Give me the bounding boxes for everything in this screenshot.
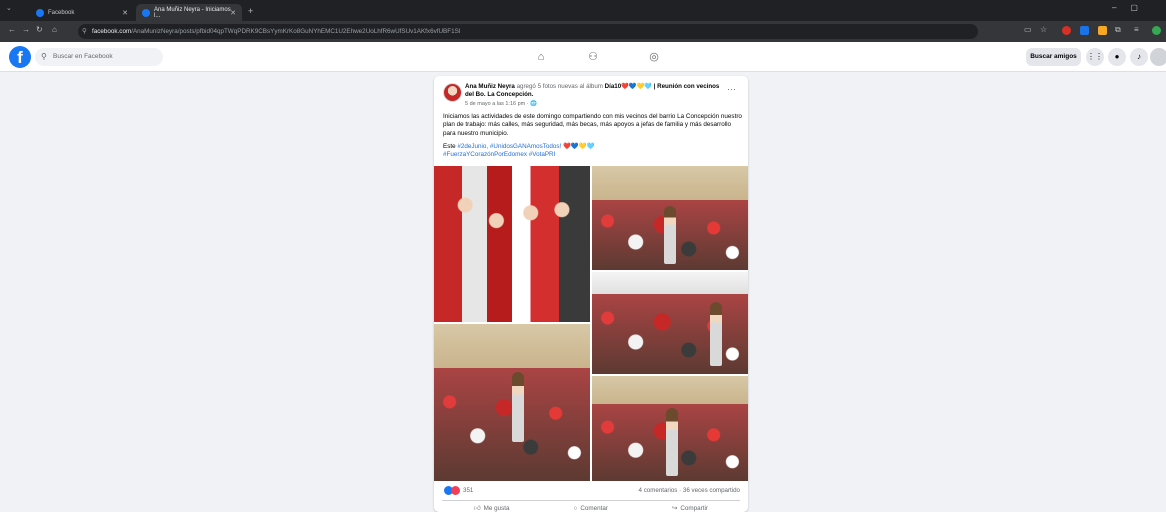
search-placeholder: Buscar en Facebook xyxy=(53,53,113,60)
comment-button[interactable]: ○ Comentar xyxy=(574,504,608,512)
close-tab-icon[interactable]: ✕ xyxy=(230,9,236,17)
friends-icon[interactable]: ⚇ xyxy=(584,49,602,65)
cast-icon[interactable]: ▭ xyxy=(1024,25,1032,34)
search-icon: ⚲ xyxy=(41,52,47,61)
reactions-count: 351 xyxy=(463,487,474,494)
facebook-logo-icon[interactable]: f xyxy=(9,46,31,68)
comment-label: Comentar xyxy=(580,504,609,512)
window-controls[interactable]: –▢ xyxy=(1112,3,1152,12)
post-stats: 351 4 comentarios · 36 veces compartido xyxy=(444,486,740,498)
home-icon[interactable]: ⌂ xyxy=(532,49,550,65)
extension-icon[interactable] xyxy=(1098,26,1107,35)
like-button[interactable]: 👍︎ Me gusta xyxy=(474,504,510,512)
photo-2[interactable] xyxy=(592,166,748,270)
facebook-header: f ⚲ Buscar en Facebook ⌂ ⚇ ◎ Buscar amig… xyxy=(0,42,1166,72)
search-input[interactable]: ⚲ Buscar en Facebook xyxy=(35,48,163,66)
find-friends-button[interactable]: Buscar amigos xyxy=(1026,48,1081,66)
profile-icon[interactable] xyxy=(1152,26,1161,35)
reactions[interactable]: 351 xyxy=(444,486,473,495)
extension-icon[interactable] xyxy=(1080,26,1089,35)
post-text: Iniciamos las actividades de este doming… xyxy=(443,113,742,137)
author-avatar[interactable] xyxy=(443,83,462,102)
messenger-icon[interactable]: ● xyxy=(1108,48,1126,66)
more-options-icon[interactable]: ··· xyxy=(727,84,736,94)
comment-icon: ○ xyxy=(573,504,578,512)
browser-tab-facebook[interactable]: Facebook ✕ xyxy=(30,4,134,21)
extensions-puzzle-icon[interactable]: ⧉ xyxy=(1115,25,1121,35)
share-button[interactable]: ↪ Compartir xyxy=(672,504,708,512)
post-date[interactable]: 5 de mayo a las 1:16 pm · 🌐 xyxy=(465,100,720,108)
bookmark-star-icon[interactable]: ☆ xyxy=(1040,25,1047,34)
facebook-favicon-icon xyxy=(142,8,150,17)
menu-grid-icon[interactable]: ⋮⋮ xyxy=(1086,48,1104,66)
url-host: facebook.com xyxy=(92,28,132,35)
tab-search-icon[interactable]: ⌄ xyxy=(6,4,12,12)
hashtag-link[interactable]: #2deJunio, #UnidosGANAmosTodos! xyxy=(457,143,561,150)
tab-title: Ana Muñiz Neyra - Iniciamos l... xyxy=(154,6,231,19)
tags-prefix: Este xyxy=(443,143,458,150)
url-path: /AnaMunizNeyra/posts/pfbid04qpTWqPDRK9CB… xyxy=(131,28,461,35)
home-button-icon[interactable]: ⌂ xyxy=(52,25,57,34)
photo-4[interactable] xyxy=(434,324,590,481)
share-icon: ↪ xyxy=(672,504,678,512)
photo-1[interactable] xyxy=(434,166,590,322)
post-card: Ana Muñiz Neyra agregó 5 fotos nuevas al… xyxy=(434,76,748,512)
comments-shares-count[interactable]: 4 comentarios · 36 veces compartido xyxy=(639,487,740,494)
browser-tab-post[interactable]: Ana Muñiz Neyra - Iniciamos l... ✕ xyxy=(136,4,242,21)
groups-icon[interactable]: ◎ xyxy=(645,49,663,65)
hashtag-link[interactable]: #FuerzaYCorazónPorEdomex #VotaPRI xyxy=(443,151,555,158)
close-tab-icon[interactable]: ✕ xyxy=(122,9,128,17)
url-field[interactable]: ⚲ facebook.com/AnaMunizNeyra/posts/pfbid… xyxy=(78,24,978,39)
photo-5[interactable] xyxy=(592,376,748,481)
tab-title: Facebook xyxy=(48,9,75,16)
extension-icon[interactable] xyxy=(1062,26,1071,35)
tags-emoji: ❤️💙💛🩵 xyxy=(561,143,595,150)
author-name[interactable]: Ana Muñiz Neyra xyxy=(465,83,515,90)
tab-menu-icon[interactable]: ≡ xyxy=(1134,25,1139,34)
facebook-favicon-icon xyxy=(36,8,44,17)
post-hashtags: Este #2deJunio, #UnidosGANAmosTodos! ❤️💙… xyxy=(443,143,743,160)
address-bar-row: ← → ↻ ⌂ ⚲ facebook.com/AnaMunizNeyra/pos… xyxy=(0,21,1166,42)
photo-3[interactable] xyxy=(592,272,748,374)
browser-tab-bar: ⌄ Facebook ✕ Ana Muñiz Neyra - Iniciamos… xyxy=(0,0,1166,21)
new-tab-icon[interactable]: + xyxy=(248,4,253,21)
reload-icon[interactable]: ↻ xyxy=(36,25,43,34)
back-arrow-icon[interactable]: ← xyxy=(8,25,16,34)
post-actions: 👍︎ Me gusta ○ Comentar ↪ Compartir xyxy=(442,500,740,512)
bell-icon[interactable]: ♪ xyxy=(1130,48,1148,66)
like-label: Me gusta xyxy=(483,504,510,512)
forward-arrow-icon[interactable]: → xyxy=(22,25,30,34)
post-header: Ana Muñiz Neyra agregó 5 fotos nuevas al… xyxy=(465,83,720,109)
share-label: Compartir xyxy=(680,504,708,512)
profile-avatar[interactable] xyxy=(1150,48,1166,66)
love-reaction-icon xyxy=(451,486,460,495)
like-icon: 👍︎ xyxy=(474,505,481,512)
photo-grid xyxy=(434,166,748,481)
site-info-icon[interactable]: ⚲ xyxy=(82,24,87,39)
post-action-text: agregó 5 fotos nuevas al álbum xyxy=(514,83,605,90)
